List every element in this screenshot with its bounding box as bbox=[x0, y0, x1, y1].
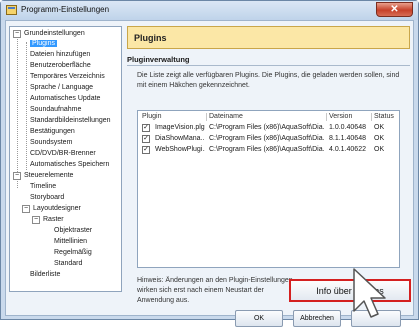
title-bar[interactable]: Programm-Einstellungen ✕ bbox=[1, 1, 418, 20]
tree-label: Bilderliste bbox=[30, 271, 61, 278]
column-header[interactable]: Plugin bbox=[142, 111, 161, 122]
restart-note: Hinweis: Änderungen an den Plugin-Einste… bbox=[137, 277, 293, 304]
cancel-button[interactable]: Abbrechen bbox=[293, 310, 341, 327]
app-icon bbox=[6, 5, 17, 15]
plugin-version: 4.0.1.40622 bbox=[329, 146, 366, 153]
tree-item[interactable]: Regelmäßig bbox=[54, 248, 92, 258]
tree-label: Regelmäßig bbox=[54, 249, 92, 256]
window-title: Programm-Einstellungen bbox=[21, 5, 110, 14]
tree-label: Grundeinstellungen bbox=[24, 30, 85, 37]
ok-button[interactable]: OK bbox=[235, 310, 283, 327]
column-separator[interactable] bbox=[206, 113, 207, 121]
section-divider bbox=[127, 65, 410, 66]
tree-item[interactable]: Sprache / Language bbox=[30, 83, 93, 93]
section-title: Pluginverwaltung bbox=[127, 55, 190, 64]
tree-item[interactable]: Standard bbox=[54, 259, 82, 269]
tree-label: Sprache / Language bbox=[30, 84, 94, 91]
tree-label: Automatisches Speichern bbox=[30, 161, 110, 168]
tree-item[interactable]: Storyboard bbox=[30, 193, 64, 203]
tree-label: Layoutdesigner bbox=[33, 205, 81, 212]
column-separator[interactable] bbox=[326, 113, 327, 121]
plugin-version: 1.0.0.40648 bbox=[329, 124, 366, 131]
tree-label: Soundsystem bbox=[30, 139, 73, 146]
tree-item[interactable]: Soundaufnahme bbox=[30, 105, 81, 115]
plugin-file: C:\Program Files (x86)\AquaSoft\Dia... bbox=[209, 146, 325, 153]
tree-item[interactable]: Mittellinien bbox=[54, 237, 87, 247]
tree-label: Dateien hinzufügen bbox=[30, 51, 91, 58]
settings-window: Programm-Einstellungen ✕ − Grundeinstell… bbox=[0, 0, 419, 327]
tree-line bbox=[26, 42, 27, 170]
tree-label: Soundaufnahme bbox=[30, 106, 82, 113]
tree-item[interactable]: Objektraster bbox=[54, 226, 92, 236]
plugin-description: Die Liste zeigt alle verfügbaren Plugins… bbox=[137, 72, 400, 89]
mouse-cursor-icon bbox=[353, 268, 386, 318]
collapse-icon[interactable]: − bbox=[13, 172, 21, 180]
page-title: Plugins bbox=[134, 33, 167, 43]
tree-label: Standardbildeinstellungen bbox=[30, 117, 111, 124]
plugin-file: C:\Program Files (x86)\AquaSoft\Dia... bbox=[209, 124, 325, 131]
table-row[interactable]: ✓ WebShowPlugi... C:\Program Files (x86)… bbox=[138, 145, 399, 155]
tree-label: Storyboard bbox=[30, 194, 65, 201]
plugin-table[interactable]: Plugin Dateiname Version Status ✓ ImageV… bbox=[137, 110, 400, 268]
tree-item[interactable]: Benutzeroberfläche bbox=[30, 61, 91, 71]
tree-item[interactable]: Automatisches Speichern bbox=[30, 160, 109, 170]
tree-label: CD/DVD/BR-Brenner bbox=[30, 150, 96, 157]
tree-label: Timeline bbox=[30, 183, 57, 190]
tree-label: Steuerelemente bbox=[24, 172, 74, 179]
collapse-icon[interactable]: − bbox=[32, 216, 40, 224]
close-icon: ✕ bbox=[390, 4, 399, 15]
tree-item[interactable]: Standardbildeinstellungen bbox=[30, 116, 111, 126]
plugin-status: OK bbox=[374, 124, 385, 131]
tree-item-plugins[interactable]: Plugins bbox=[30, 39, 57, 49]
tree-label: Plugins bbox=[30, 40, 57, 47]
plugin-name: ImageVision.plg bbox=[155, 124, 205, 131]
plugin-name: DiaShowMana... bbox=[155, 135, 205, 142]
tree-label: Mittellinien bbox=[54, 238, 88, 245]
tree-label: Raster bbox=[43, 216, 64, 223]
page-header: Plugins bbox=[127, 26, 410, 49]
collapse-icon[interactable]: − bbox=[13, 30, 21, 38]
tree-label: Benutzeroberfläche bbox=[30, 62, 91, 69]
column-header[interactable]: Dateiname bbox=[209, 111, 243, 122]
tree-label: Temporäres Verzeichnis bbox=[30, 73, 105, 80]
plugin-status: OK bbox=[374, 135, 385, 142]
tree-label: Objektraster bbox=[54, 227, 93, 234]
tree-item[interactable]: Timeline bbox=[30, 182, 56, 192]
tree-label: Automatisches Update bbox=[30, 95, 101, 102]
tree-item[interactable]: Soundsystem bbox=[30, 138, 72, 148]
plugin-checkbox[interactable]: ✓ bbox=[142, 124, 150, 132]
tree-item[interactable]: Temporäres Verzeichnis bbox=[30, 72, 105, 82]
tree-item[interactable]: CD/DVD/BR-Brenner bbox=[30, 149, 96, 159]
plugin-info-button[interactable]: Info über Plugins bbox=[289, 279, 411, 302]
settings-tree[interactable]: − Grundeinstellungen Plugins Dateien hin… bbox=[9, 26, 122, 292]
tree-item[interactable]: Automatisches Update bbox=[30, 94, 100, 104]
tree-item[interactable]: Bestätigungen bbox=[30, 127, 75, 137]
tree-line bbox=[17, 36, 18, 188]
plugin-version: 8.1.1.40648 bbox=[329, 135, 366, 142]
plugin-name: WebShowPlugi... bbox=[155, 146, 205, 153]
plugin-checkbox[interactable]: ✓ bbox=[142, 135, 150, 143]
tree-item[interactable]: Dateien hinzufügen bbox=[30, 50, 90, 60]
plugin-file: C:\Program Files (x86)\AquaSoft\Dia... bbox=[209, 135, 325, 142]
column-header[interactable]: Version bbox=[329, 111, 352, 122]
plugin-checkbox[interactable]: ✓ bbox=[142, 146, 150, 154]
tree-label: Bestätigungen bbox=[30, 128, 75, 135]
column-separator[interactable] bbox=[371, 113, 372, 121]
table-row[interactable]: ✓ DiaShowMana... C:\Program Files (x86)\… bbox=[138, 134, 399, 144]
tree-label: Standard bbox=[54, 260, 83, 267]
tree-item[interactable]: Bilderliste bbox=[30, 270, 60, 280]
close-button[interactable]: ✕ bbox=[376, 2, 413, 17]
column-header[interactable]: Status bbox=[374, 111, 394, 122]
collapse-icon[interactable]: − bbox=[22, 205, 30, 213]
table-row[interactable]: ✓ ImageVision.plg C:\Program Files (x86)… bbox=[138, 123, 399, 133]
plugin-status: OK bbox=[374, 146, 385, 153]
